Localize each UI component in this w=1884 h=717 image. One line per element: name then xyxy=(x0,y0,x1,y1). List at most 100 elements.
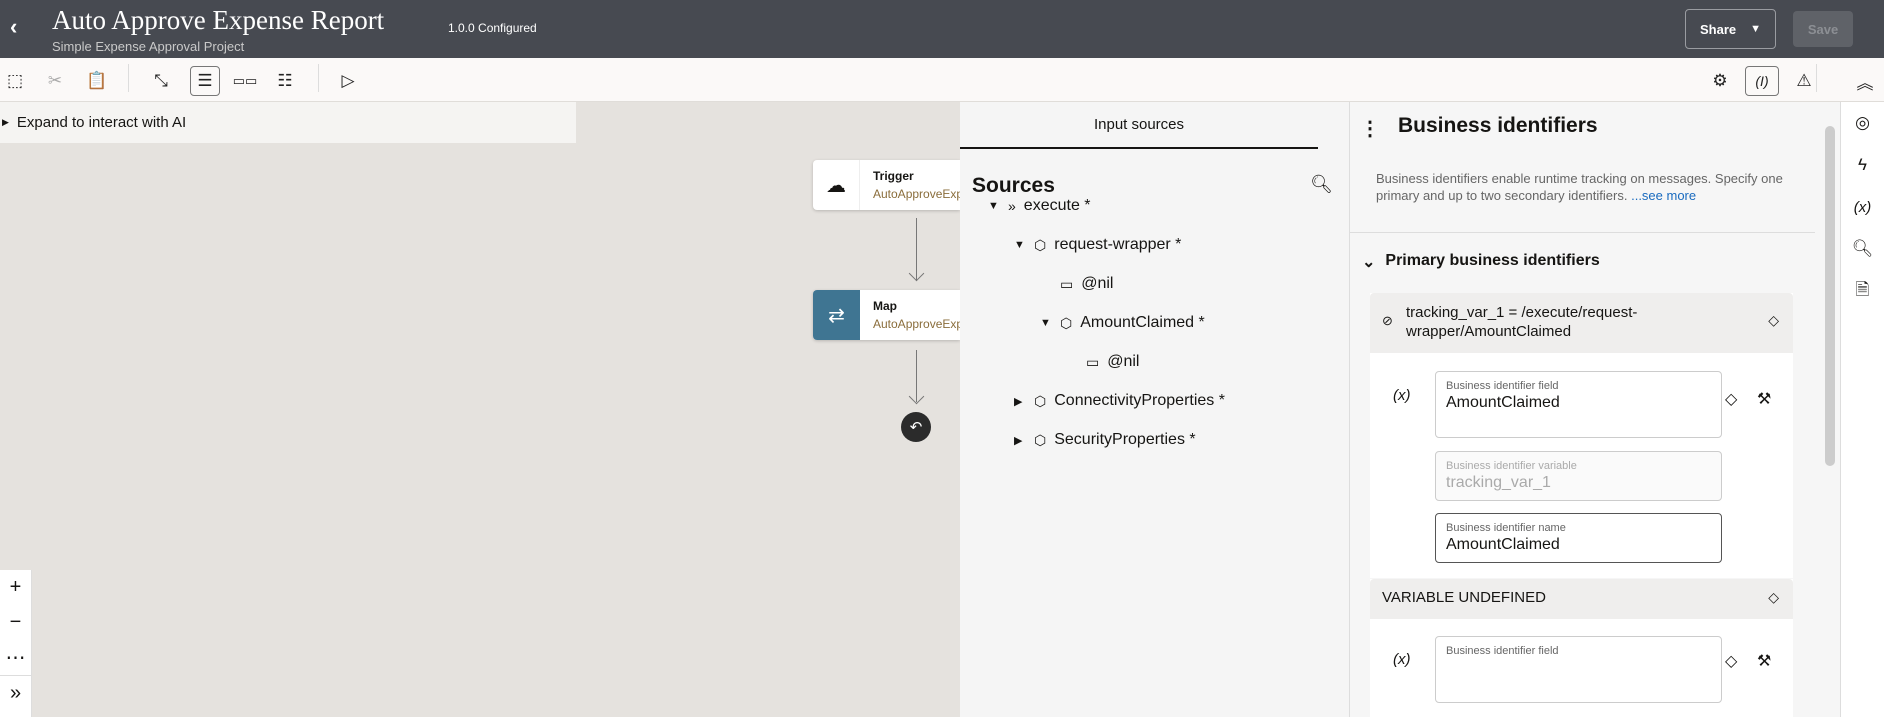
select-icon[interactable]: ⬚ xyxy=(0,66,30,96)
tree-node[interactable]: ▼ ⬡ request-wrapper * xyxy=(1014,236,1181,254)
see-more-link[interactable]: ...see more xyxy=(1631,188,1696,203)
zoom-out-icon[interactable]: − xyxy=(0,605,31,640)
field-value: AmountClaimed xyxy=(1446,536,1560,553)
field-label: Business identifier variable xyxy=(1446,460,1577,472)
share-label: Share xyxy=(1699,21,1737,37)
zoom-controls: + − ⋯ » xyxy=(0,570,32,717)
node-type-icon: » xyxy=(1008,198,1016,214)
warning-icon[interactable]: ⚠ xyxy=(1789,66,1819,96)
node-subtitle: AutoApproveExp xyxy=(873,187,960,201)
lightning-icon[interactable]: ϟ xyxy=(1841,144,1884,186)
tree-node-label: @nil xyxy=(1107,353,1140,370)
card-header-text: tracking_var_1 = /execute/request-wrappe… xyxy=(1406,304,1638,340)
card-header-text: VARIABLE UNDEFINED xyxy=(1382,589,1546,606)
card-header: ⊘ tracking_var_1 = /execute/request-wrap… xyxy=(1370,293,1793,353)
variables-icon[interactable]: (x) xyxy=(1841,186,1884,228)
caret-down-icon[interactable]: ▼ xyxy=(988,200,1000,212)
collapse-up-icon[interactable]: ︽ xyxy=(1850,66,1880,96)
caret-down-icon[interactable]: ▼ xyxy=(1014,239,1026,251)
eraser-icon[interactable]: ◇ xyxy=(1725,389,1737,409)
vertical-layout-icon[interactable]: ☰ xyxy=(190,66,220,96)
tab-input-sources[interactable]: Input sources xyxy=(960,102,1318,149)
document-icon[interactable]: 🗎 xyxy=(1841,270,1884,312)
business-identifier-field[interactable]: Business identifier field AmountClaimed xyxy=(1435,371,1722,438)
arrow-head xyxy=(908,265,925,282)
map-icon: ⇄ xyxy=(813,290,860,340)
field-label: Business identifier name xyxy=(1446,522,1566,534)
pseudo-view-icon[interactable]: ☷ xyxy=(270,66,300,96)
business-identifier-variable: Business identifier variable tracking_var… xyxy=(1435,451,1722,501)
arrow-head xyxy=(908,388,925,405)
tree-node[interactable]: ▼ ⬡ AmountClaimed * xyxy=(1040,314,1205,332)
node-type-icon: ⬡ xyxy=(1034,236,1047,253)
share-button[interactable]: Share ▼ xyxy=(1685,9,1776,49)
caret-right-icon[interactable]: ▶ xyxy=(1014,395,1026,408)
variable-icon[interactable]: (x) xyxy=(1393,651,1411,668)
ai-expand-bar[interactable]: ▶ Expand to interact with AI xyxy=(0,102,576,143)
back-button[interactable]: ‹ xyxy=(10,14,17,40)
section-title: Primary business identifiers xyxy=(1385,252,1600,269)
zoom-in-icon[interactable]: + xyxy=(0,570,31,605)
scrollbar[interactable] xyxy=(1825,126,1835,466)
trigger-node[interactable]: ☁ Trigger AutoApproveExp xyxy=(813,160,960,210)
identifier-card: VARIABLE UNDEFINED ◇ (x) Business identi… xyxy=(1370,579,1793,717)
tree-node[interactable]: ▭ @nil xyxy=(1086,353,1139,371)
version-status: 1.0.0 Configured xyxy=(448,21,537,35)
project-name: Simple Expense Approval Project xyxy=(52,39,245,54)
target-icon[interactable]: ◎ xyxy=(1841,102,1884,144)
node-title: Trigger xyxy=(873,169,914,183)
cut-icon[interactable]: ✂ xyxy=(40,66,70,96)
primary-section-header[interactable]: ⌄ Primary business identifiers xyxy=(1362,252,1600,272)
ai-label: Expand to interact with AI xyxy=(16,114,187,131)
return-icon[interactable]: ↶ xyxy=(901,412,931,442)
tree-node-label: @nil xyxy=(1081,275,1114,292)
card-header: VARIABLE UNDEFINED ◇ xyxy=(1370,579,1793,619)
right-rail: ◎ ϟ (x) 🔍︎ 🗎 xyxy=(1840,102,1884,717)
tree-node-label: AmountClaimed * xyxy=(1080,314,1205,331)
more-vertical-icon[interactable]: ⋮ xyxy=(1360,116,1380,141)
caret-down-icon[interactable]: ▼ xyxy=(1040,317,1052,329)
save-button[interactable]: Save xyxy=(1793,11,1853,47)
expand-icon[interactable]: » xyxy=(0,675,31,710)
business-identifier-name-input[interactable]: Business identifier name AmountClaimed xyxy=(1435,513,1722,563)
divider xyxy=(1816,64,1817,92)
business-identifiers-icon[interactable]: (I) xyxy=(1745,66,1779,96)
field-value: tracking_var_1 xyxy=(1446,474,1551,491)
field-label: Business identifier field xyxy=(1446,645,1559,657)
tools-icon[interactable]: ⚒ xyxy=(1757,651,1771,671)
eraser-icon[interactable]: ◇ xyxy=(1768,311,1779,330)
horizontal-layout-icon[interactable]: ▭▭ xyxy=(230,66,260,96)
panel-description: Business identifiers enable runtime trac… xyxy=(1376,170,1796,204)
field-value: AmountClaimed xyxy=(1446,394,1560,411)
divider xyxy=(318,64,319,92)
eraser-icon[interactable]: ◇ xyxy=(1725,651,1737,671)
chevron-down-icon: ⌄ xyxy=(1362,254,1376,271)
tree-node[interactable]: ▶ ⬡ ConnectivityProperties * xyxy=(1014,392,1225,410)
caret-right-icon[interactable]: ▶ xyxy=(1014,434,1026,447)
tools-icon[interactable]: ⚒ xyxy=(1757,389,1771,409)
business-identifiers-panel: ⋮ Business identifiers Business identifi… xyxy=(1350,102,1840,717)
eraser-icon[interactable]: ◇ xyxy=(1768,589,1779,606)
tree-node[interactable]: ▼ » execute * xyxy=(988,197,1091,215)
toolbar: ⬚ ✂ 📋 ⤡ ☰ ▭▭ ☷ ▷ ⚙ (I) ⚠ ︽ xyxy=(0,58,1884,102)
tree-node-label: SecurityProperties * xyxy=(1054,431,1196,448)
node-type-icon: ⬡ xyxy=(1034,392,1047,409)
collapse-icon[interactable]: ⤡ xyxy=(146,66,176,96)
search-icon[interactable]: 🔍︎ xyxy=(1841,228,1884,270)
field-label: Business identifier field xyxy=(1446,380,1559,392)
paste-icon[interactable]: 📋 xyxy=(82,66,112,96)
business-identifier-field[interactable]: Business identifier field xyxy=(1435,636,1722,703)
map-node[interactable]: ⇄ Map AutoApproveExp xyxy=(813,290,960,340)
tree-node[interactable]: ▶ ⬡ SecurityProperties * xyxy=(1014,431,1196,449)
tree-node[interactable]: ▭ @nil xyxy=(1060,275,1113,293)
run-icon[interactable]: ▷ xyxy=(333,66,363,96)
node-title: Map xyxy=(873,299,897,313)
variable-icon[interactable]: (x) xyxy=(1393,387,1411,404)
input-sources-panel: Input sources Sources 🔍︎ ▼ » execute * ▼ ⬡ re… xyxy=(960,102,1350,717)
sources-heading: Sources xyxy=(972,174,1055,197)
search-icon[interactable]: 🔍︎ xyxy=(1310,174,1333,195)
divider xyxy=(128,64,129,92)
more-icon[interactable]: ⋯ xyxy=(0,640,31,675)
node-type-icon: ⬡ xyxy=(1034,431,1047,448)
gear-icon[interactable]: ⚙ xyxy=(1705,66,1735,96)
